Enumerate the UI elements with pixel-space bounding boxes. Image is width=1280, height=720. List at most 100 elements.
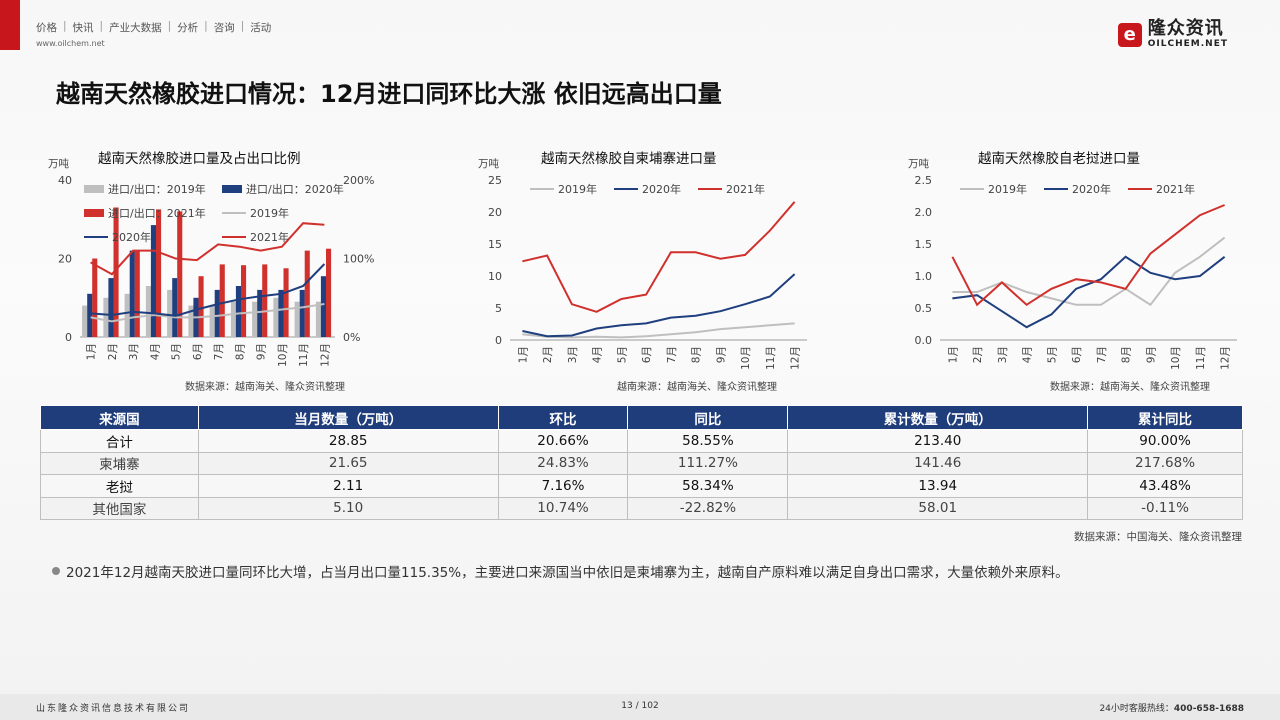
legend-label: 2021年 xyxy=(726,182,765,196)
legend-label: 进口/出口：2021年 xyxy=(108,206,206,220)
bar-进口/出口：2019年 xyxy=(145,286,151,337)
x-tick-label: 9月 xyxy=(715,346,727,363)
x-tick-label: 12月 xyxy=(790,346,802,370)
bar-进口/出口：2020年 xyxy=(214,289,220,337)
x-tick-label: 7月 xyxy=(1096,346,1108,363)
col-header-yoy: 同比 xyxy=(627,405,789,430)
x-tick-label: 4月 xyxy=(592,346,604,363)
cell: 58.55% xyxy=(627,429,789,453)
x-tick-label: 3月 xyxy=(567,346,579,363)
nav-item-bigdata[interactable]: 产业大数据 xyxy=(109,20,162,35)
bar-进口/出口：2020年 xyxy=(299,289,305,337)
bar-进口/出口：2020年 xyxy=(87,293,93,337)
brand-accent-bar xyxy=(0,0,20,50)
y-axis-unit: 万吨 xyxy=(908,157,929,170)
bar-进口/出口：2020年 xyxy=(172,278,178,337)
nav-item-consult[interactable]: 咨询 xyxy=(214,20,235,35)
cell: 柬埔寨 xyxy=(40,451,199,475)
logo: e 隆众资讯 OILCHEM.NET xyxy=(1117,18,1228,49)
y-tick-label: 0.0 xyxy=(915,334,933,347)
nav-item-events[interactable]: 活动 xyxy=(250,20,271,35)
cell: 58.34% xyxy=(627,474,789,498)
y-tick-label: 1.5 xyxy=(915,238,933,251)
bar-进口/出口：2019年 xyxy=(252,301,258,337)
x-tick-label: 6月 xyxy=(192,343,204,360)
bar-进口/出口：2021年 xyxy=(134,250,140,337)
y-tick-label: 10 xyxy=(488,270,502,283)
legend-swatch xyxy=(84,185,104,193)
series-line-2021年 xyxy=(522,201,796,313)
x-tick-label: 7月 xyxy=(213,343,225,360)
bar-进口/出口：2019年 xyxy=(124,293,130,337)
cell: 2.11 xyxy=(197,474,499,498)
chart-laos: 万吨 0.0 0.5 1.0 1.5 2.0 2.5 1月 2月 3月 4月 5月 6月 7月 8月 9月 10… xyxy=(908,157,1237,370)
legend-label: 2019年 xyxy=(988,182,1027,196)
bar-进口/出口：2021年 xyxy=(326,248,332,337)
bar-进口/出口：2021年 xyxy=(156,209,162,337)
legend-label: 2020年 xyxy=(112,230,151,244)
col-header-source: 来源国 xyxy=(40,405,199,430)
nav-item-news[interactable]: 快讯 xyxy=(73,20,94,35)
top-nav: 价格 | 快讯 | 产业大数据 | 分析 | 咨询 | 活动 xyxy=(36,20,271,35)
bar-进口/出口：2020年 xyxy=(278,289,284,337)
x-tick-label: 12月 xyxy=(319,343,331,367)
x-tick-label: 1月 xyxy=(517,346,529,363)
y2-tick-label: 100% xyxy=(343,253,374,266)
y-tick-label: 40 xyxy=(58,174,72,187)
bullet-dot-icon xyxy=(52,567,60,575)
nav-item-analysis[interactable]: 分析 xyxy=(177,20,198,35)
bar-进口/出口：2021年 xyxy=(219,264,225,337)
cell: 老挝 xyxy=(40,474,199,498)
x-tick-label: 8月 xyxy=(234,343,246,360)
chart-cambodia: 万吨 0 5 10 15 20 25 1月 2月 3月 4月 5月 6月 7月 8月 9月 10月 11月 12月 2… xyxy=(478,157,807,370)
cell: 111.27% xyxy=(627,451,789,475)
logo-cn: 隆众资讯 xyxy=(1147,18,1224,39)
legend-label: 进口/出口：2020年 xyxy=(246,182,344,196)
cell: 90.00% xyxy=(1087,429,1243,453)
legend-label: 2020年 xyxy=(1072,182,1111,196)
bar-进口/出口：2020年 xyxy=(150,225,156,337)
x-tick-label: 7月 xyxy=(666,346,678,363)
legend-label: 2021年 xyxy=(250,230,289,244)
x-tick-label: 12月 xyxy=(1220,346,1232,370)
table-source: 数据来源：中国海关、隆众资讯整理 xyxy=(1074,531,1242,543)
table-row: 老挝 2.11 7.16% 58.34% 13.94 43.48% xyxy=(40,474,1243,498)
cell: 141.46 xyxy=(787,451,1089,475)
x-tick-label: 5月 xyxy=(616,346,628,363)
cell: 5.10 xyxy=(197,496,499,520)
legend-label: 进口/出口：2019年 xyxy=(108,182,206,196)
x-tick-label: 10月 xyxy=(277,343,289,367)
x-tick-label: 8月 xyxy=(691,346,703,363)
page-title: 越南天然橡胶进口情况：12月进口同环比大涨 依旧远高出口量 xyxy=(56,80,722,108)
logo-en: OILCHEM.NET xyxy=(1147,39,1228,49)
import-source-table: 来源国 当月数量（万吨） 环比 同比 累计数量（万吨） 累计同比 合计 28.8… xyxy=(40,405,1243,520)
x-tick-label: 2月 xyxy=(542,346,554,363)
summary-text: 2021年12月越南天胶进口量同环比大增，占当月出口量115.35%，主要进口来… xyxy=(66,565,1069,581)
x-tick-label: 2月 xyxy=(972,346,984,363)
nav-separator: | xyxy=(204,20,208,32)
y-tick-label: 20 xyxy=(488,206,502,219)
nav-separator: | xyxy=(240,20,245,32)
table-row: 合计 28.85 20.66% 58.55% 213.40 90.00% xyxy=(40,429,1243,453)
legend-label: 2019年 xyxy=(250,206,289,220)
nav-item-price[interactable]: 价格 xyxy=(36,20,57,35)
col-header-mom: 环比 xyxy=(497,405,629,430)
bar-进口/出口：2021年 xyxy=(283,268,289,337)
x-tick-label: 8月 xyxy=(1121,346,1133,363)
cell: 合计 xyxy=(40,429,199,453)
series-line-2021年 xyxy=(951,204,1225,307)
y-axis-unit: 万吨 xyxy=(478,157,499,170)
x-tick-label: 6月 xyxy=(1071,346,1083,363)
x-tick-label: 3月 xyxy=(997,346,1009,363)
footer: 山东隆众资讯信息技术有限公司 13 / 102 24小时客服热线：400-658… xyxy=(0,694,1280,720)
y-tick-label: 25 xyxy=(488,174,502,187)
bar-进口/出口：2021年 xyxy=(198,276,204,337)
site-url[interactable]: www.oilchem.net xyxy=(36,39,105,48)
y-tick-label: 15 xyxy=(488,238,502,251)
x-tick-label: 10月 xyxy=(1170,346,1182,370)
cell: 7.16% xyxy=(497,474,629,498)
bar-进口/出口：2021年 xyxy=(262,264,268,337)
legend-swatch xyxy=(84,209,104,217)
x-tick-label: 1月 xyxy=(947,346,959,363)
cell: 43.48% xyxy=(1087,474,1243,498)
